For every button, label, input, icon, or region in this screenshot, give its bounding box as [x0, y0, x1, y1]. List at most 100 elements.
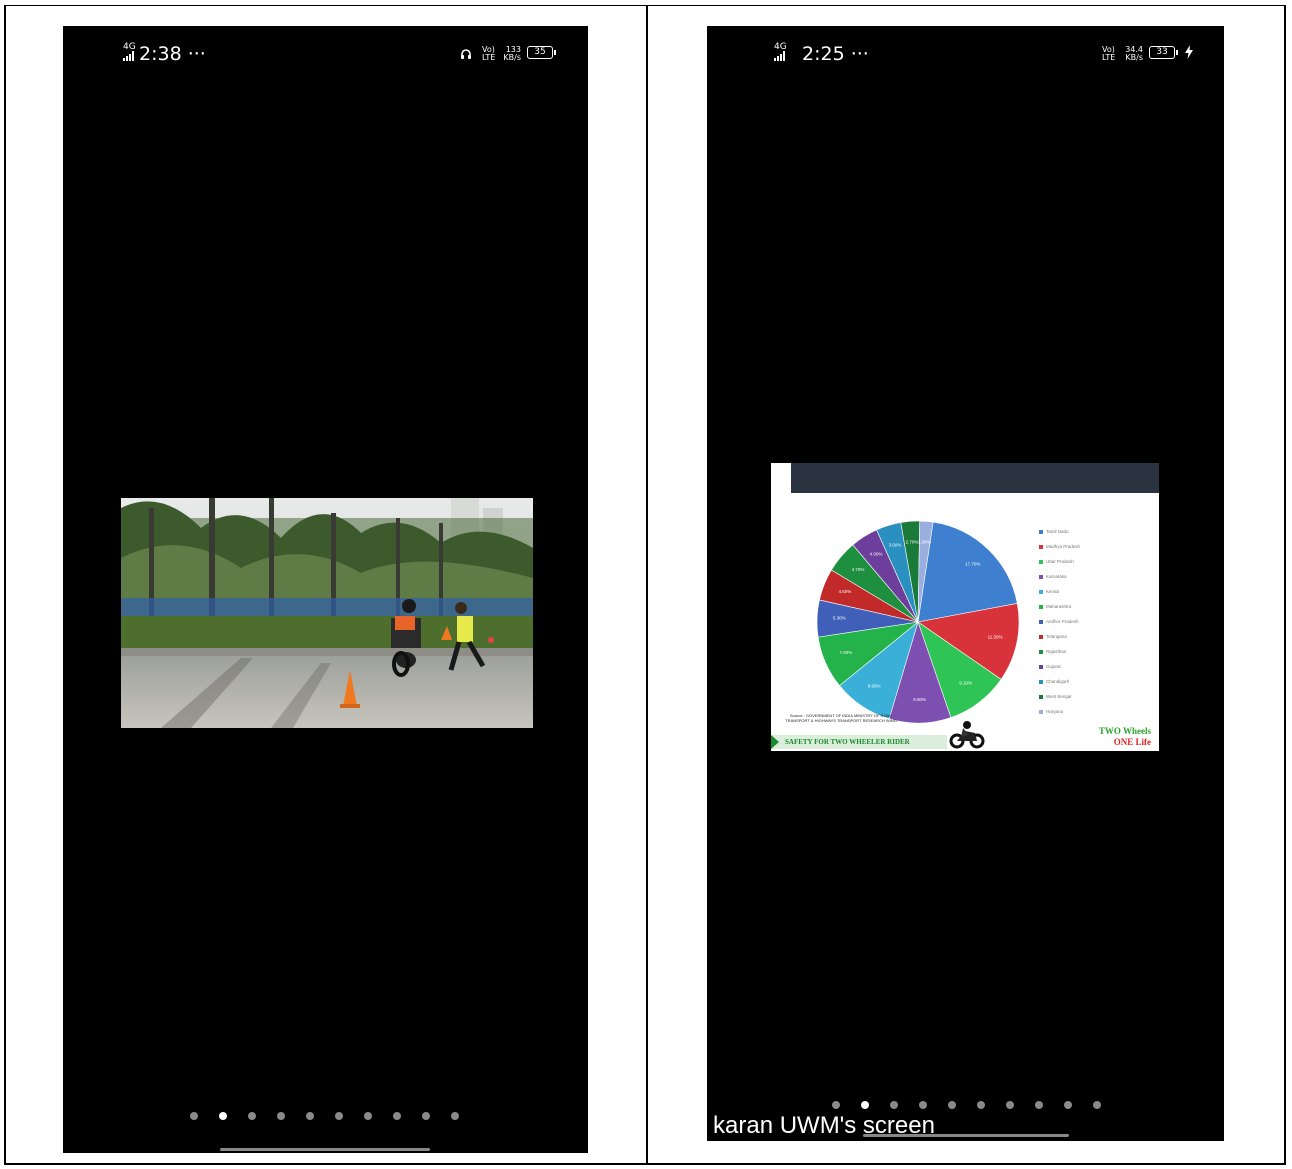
pager-dot[interactable] — [1093, 1101, 1101, 1109]
legend-swatch — [1039, 529, 1043, 534]
lte-label: LTE — [482, 53, 496, 62]
legend-item: Gujarat — [1039, 659, 1155, 674]
pie-slice-label: 7.60% — [840, 650, 853, 655]
legend-label: Telangana — [1046, 634, 1067, 639]
legend-label: Maharashtra — [1046, 604, 1072, 609]
shared-presentation-slide: 17.70% 11.30% 9.10% 8.90% 8.60% 7.60% 5.30% 4.6… — [771, 463, 1159, 751]
motorbike-icon — [949, 721, 985, 749]
signal-icon — [123, 51, 137, 61]
network-type: 4G — [123, 42, 136, 52]
legend-item: Tamil Nadu — [1039, 524, 1155, 539]
pager-dot[interactable] — [1006, 1101, 1014, 1109]
legend-item: Chandigarh — [1039, 674, 1155, 689]
legend-swatch — [1039, 694, 1043, 699]
legend-swatch — [1039, 559, 1043, 564]
pager-dot[interactable] — [977, 1101, 985, 1109]
pager-dots — [832, 1101, 1101, 1109]
chart-legend: Tamil Nadu Madhya Pradesh Uttar Pradesh Kar… — [1039, 524, 1155, 719]
legend-item: Andhra Pradesh — [1039, 614, 1155, 629]
lte-label: LTE — [1102, 53, 1116, 62]
pager-dot[interactable] — [451, 1112, 459, 1120]
battery-indicator: 33 — [1149, 46, 1178, 59]
legend-item: Kerala — [1039, 584, 1155, 599]
legend-label: Andhra Pradesh — [1046, 619, 1079, 624]
pager-dot[interactable] — [248, 1112, 256, 1120]
pager-dot[interactable] — [948, 1101, 956, 1109]
pager-dots — [190, 1112, 459, 1120]
pager-dot[interactable] — [219, 1112, 227, 1120]
pie-slice-label: 17.70% — [965, 561, 980, 566]
right-phone-screen: 4G 2:25 ··· Vo) LTE 34.4 KB/s 33 17.70% 1… — [707, 26, 1224, 1141]
legend-label: Rajasthan — [1046, 649, 1067, 654]
pager-dot[interactable] — [832, 1101, 840, 1109]
legend-label: Karnataka — [1046, 574, 1067, 579]
bolt-icon — [1185, 45, 1193, 64]
legend-item: Uttar Pradesh — [1039, 554, 1155, 569]
legend-swatch — [1039, 589, 1043, 594]
pie-slice-label: 3.60% — [889, 543, 902, 548]
status-bar: 4G 2:25 ··· Vo) LTE 34.4 KB/s 33 — [707, 42, 1224, 68]
legend-item: Haryana — [1039, 704, 1155, 719]
pager-dot[interactable] — [364, 1112, 372, 1120]
pager-dot[interactable] — [306, 1112, 314, 1120]
pager-dot[interactable] — [335, 1112, 343, 1120]
legend-swatch — [1039, 574, 1043, 579]
column-divider — [646, 5, 648, 1165]
pager-dot[interactable] — [422, 1112, 430, 1120]
legend-item: Madhya Pradesh — [1039, 539, 1155, 554]
pie-slice-label: 4.60% — [838, 589, 851, 594]
legend-swatch — [1039, 664, 1043, 669]
status-bar: 4G 2:38 ··· Vo) LTE 133 KB/s 35 — [63, 42, 588, 68]
left-phone-screen: 4G 2:38 ··· Vo) LTE 133 KB/s 35 — [63, 26, 588, 1153]
data-speed-unit: KB/s — [1125, 53, 1143, 62]
legend-label: Madhya Pradesh — [1046, 544, 1081, 549]
banner-arrow-icon — [771, 735, 779, 749]
pager-dot[interactable] — [277, 1112, 285, 1120]
pager-dot[interactable] — [1035, 1101, 1043, 1109]
legend-label: Uttar Pradesh — [1046, 559, 1074, 564]
pie-slice-label: 5.30% — [833, 615, 846, 620]
brand-line-1: TWO Wheels — [1098, 726, 1151, 736]
legend-swatch — [1039, 649, 1043, 654]
legend-swatch — [1039, 619, 1043, 624]
home-indicator[interactable] — [863, 1134, 1069, 1137]
pie-slice-label: 9.10% — [959, 681, 972, 686]
pager-dot[interactable] — [190, 1112, 198, 1120]
legend-label: Tamil Nadu — [1046, 529, 1069, 534]
footer-banner-text: SAFETY FOR TWO WHEELER RIDER — [785, 738, 910, 746]
brand-line-2: ONE Life — [1113, 737, 1151, 747]
pie-slice-label: 11.30% — [988, 634, 1003, 639]
pie-slice-label: 4.00% — [870, 551, 883, 556]
legend-swatch — [1039, 544, 1043, 549]
headphone-icon — [460, 47, 472, 59]
status-time: 2:25 ··· — [802, 43, 869, 65]
pager-dot[interactable] — [919, 1101, 927, 1109]
pager-dot[interactable] — [1064, 1101, 1072, 1109]
legend-label: Gujarat — [1046, 664, 1061, 669]
home-indicator[interactable] — [220, 1148, 430, 1151]
legend-label: West Bengal — [1046, 694, 1072, 699]
pager-dot[interactable] — [890, 1101, 898, 1109]
pager-dot[interactable] — [861, 1101, 869, 1109]
pie-chart: 17.70% 11.30% 9.10% 8.90% 8.60% 7.60% 5.30% 4.6… — [816, 520, 1020, 723]
legend-swatch — [1039, 634, 1043, 639]
battery-indicator: 35 — [527, 46, 556, 59]
legend-item: Rajasthan — [1039, 644, 1155, 659]
legend-item: Telangana — [1039, 629, 1155, 644]
pie-slice-label: 4.70% — [852, 567, 865, 572]
pie-slice-label: 8.60% — [868, 683, 881, 688]
legend-item: Maharashtra — [1039, 599, 1155, 614]
legend-label: Haryana — [1046, 709, 1064, 714]
data-speed-unit: KB/s — [503, 53, 521, 62]
legend-swatch — [1039, 709, 1043, 714]
legend-item: Karnataka — [1039, 569, 1155, 584]
legend-label: Kerala — [1046, 589, 1060, 594]
pie-slice-label: 2.70% — [906, 539, 919, 544]
pager-dot[interactable] — [393, 1112, 401, 1120]
legend-swatch — [1039, 604, 1043, 609]
network-type: 4G — [774, 42, 787, 52]
pie-slice-label: 8.90% — [913, 697, 926, 702]
signal-icon — [774, 51, 788, 61]
source-note: Source : GOVERNMENT OF INDIA MINISTRY OF… — [785, 713, 897, 723]
legend-swatch — [1039, 679, 1043, 684]
